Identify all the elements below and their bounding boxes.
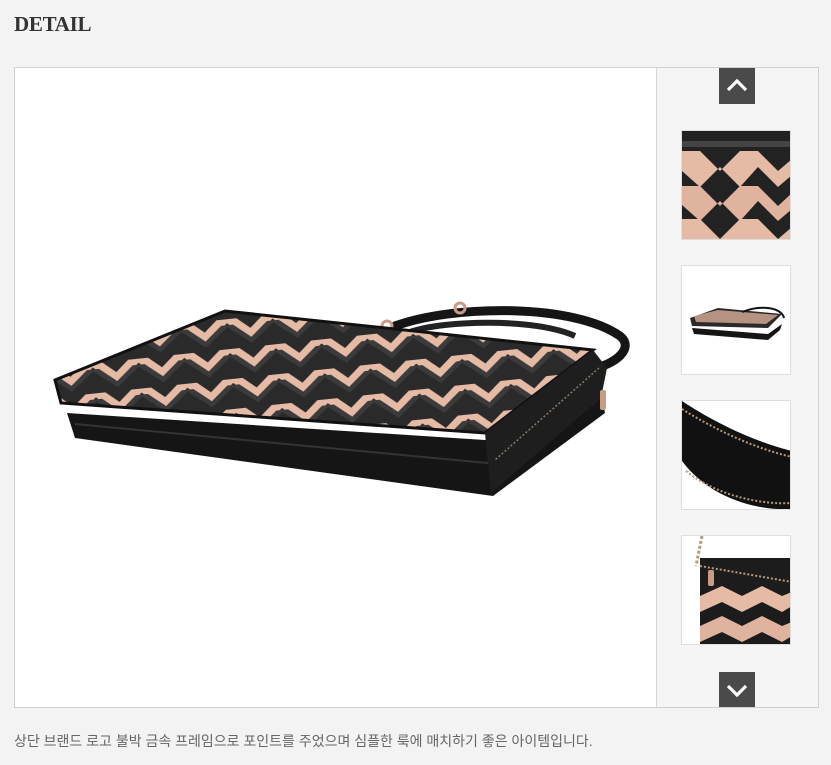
thumbnail-image (682, 131, 790, 239)
chevron-up-icon (726, 78, 748, 92)
chevron-down-icon (726, 684, 748, 698)
thumbnail-2[interactable] (681, 265, 791, 375)
thumbnail-3[interactable] (681, 400, 791, 510)
bag-image (53, 301, 630, 496)
thumbnail-prev-button[interactable] (719, 68, 755, 104)
main-product-image[interactable] (15, 68, 657, 707)
product-description: 상단 브랜드 로고 불박 금속 프레임으로 포인트를 주었으며 심플한 룩에 매… (14, 733, 593, 749)
thumbnail-1[interactable] (681, 130, 791, 240)
thumbnail-rail (657, 68, 818, 707)
thumbnail-image (682, 266, 790, 374)
thumbnail-4[interactable] (681, 535, 791, 645)
thumbnail-image (682, 401, 790, 509)
section-title: DETAIL (14, 12, 92, 36)
thumbnail-image (682, 536, 790, 644)
product-gallery (14, 67, 819, 708)
thumbnail-next-button[interactable] (719, 672, 755, 707)
